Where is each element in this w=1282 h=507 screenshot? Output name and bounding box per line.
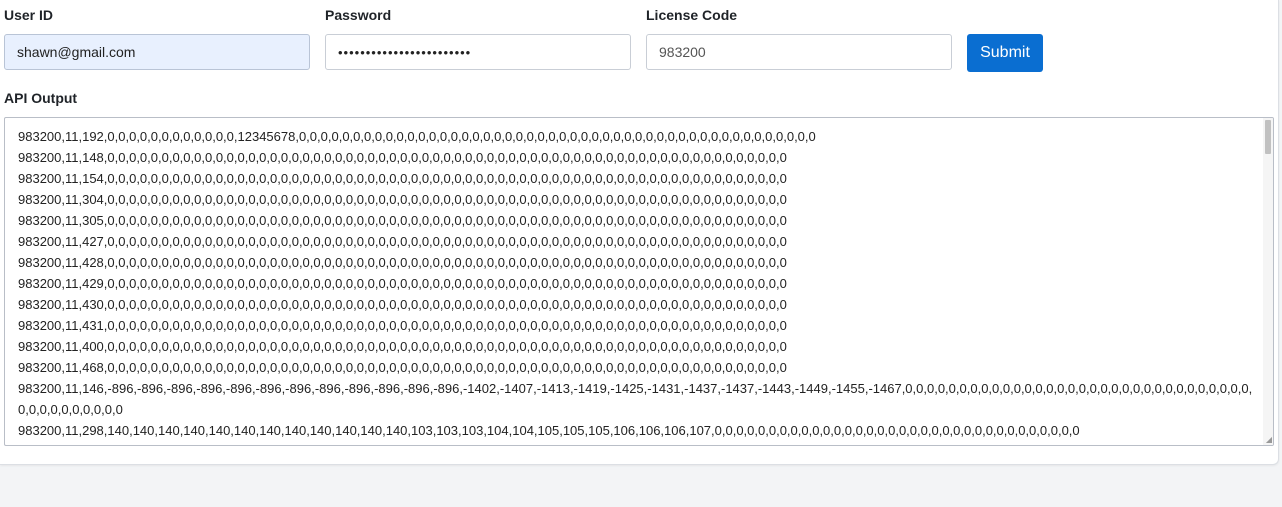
output-line: 983200,11,429,0,0,0,0,0,0,0,0,0,0,0,0,0,…: [18, 276, 787, 291]
output-line: 983200,11,148,0,0,0,0,0,0,0,0,0,0,0,0,0,…: [18, 150, 787, 165]
license-code-input[interactable]: [646, 34, 952, 70]
user-id-label: User ID: [4, 7, 54, 23]
output-line: 983200,11,430,0,0,0,0,0,0,0,0,0,0,0,0,0,…: [18, 297, 787, 312]
password-input[interactable]: [325, 34, 631, 70]
api-output-text: 983200,11,192,0,0,0,0,0,0,0,0,0,0,0,0,12…: [18, 126, 1257, 441]
output-line: 983200,11,304,0,0,0,0,0,0,0,0,0,0,0,0,0,…: [18, 192, 787, 207]
api-form-card: User ID Password License Code Submit API…: [0, 0, 1279, 465]
license-code-label: License Code: [646, 7, 738, 23]
output-line: 983200,11,428,0,0,0,0,0,0,0,0,0,0,0,0,0,…: [18, 255, 787, 270]
output-line: 983200,11,298,140,140,140,140,140,140,14…: [18, 423, 1080, 438]
output-line: 983200,11,400,0,0,0,0,0,0,0,0,0,0,0,0,0,…: [18, 339, 787, 354]
resize-grip-icon[interactable]: ◢: [1264, 436, 1272, 444]
output-line: 983200,11,154,0,0,0,0,0,0,0,0,0,0,0,0,0,…: [18, 171, 787, 186]
output-line: 983200,11,192,0,0,0,0,0,0,0,0,0,0,0,0,12…: [18, 129, 816, 144]
api-output-label: API Output: [4, 90, 78, 106]
password-label: Password: [325, 7, 392, 23]
api-output-textarea[interactable]: 983200,11,192,0,0,0,0,0,0,0,0,0,0,0,0,12…: [4, 117, 1274, 446]
output-line: 983200,11,305,0,0,0,0,0,0,0,0,0,0,0,0,0,…: [18, 213, 787, 228]
output-scrollbar[interactable]: [1263, 118, 1273, 445]
output-line: 983200,11,431,0,0,0,0,0,0,0,0,0,0,0,0,0,…: [18, 318, 787, 333]
output-line: 983200,11,468,0,0,0,0,0,0,0,0,0,0,0,0,0,…: [18, 360, 787, 375]
output-line: 983200,11,427,0,0,0,0,0,0,0,0,0,0,0,0,0,…: [18, 234, 787, 249]
submit-button[interactable]: Submit: [967, 34, 1043, 72]
output-line: 983200,11,146,-896,-896,-896,-896,-896,-…: [18, 381, 1253, 417]
user-id-input[interactable]: [4, 34, 310, 70]
output-scroll-thumb[interactable]: [1265, 120, 1271, 154]
